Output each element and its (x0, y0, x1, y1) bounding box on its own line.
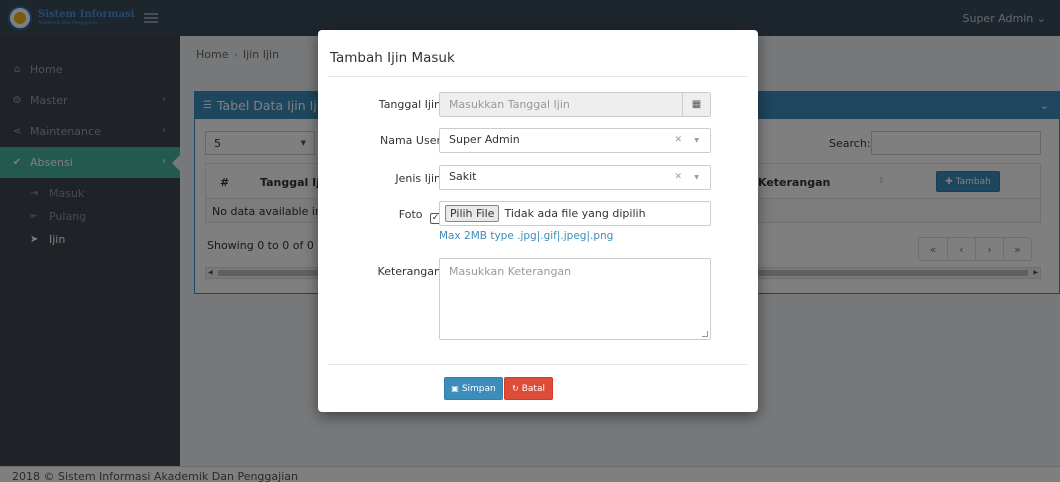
foto-file-input[interactable]: Pilih File Tidak ada file yang dipilih (439, 201, 711, 226)
jenis-ijin-label: Jenis Ijin (395, 172, 441, 185)
nama-user-label: Nama User (380, 134, 441, 147)
modal-title: Tambah Ijin Masuk (330, 50, 455, 66)
floppy-icon: ▣ (451, 384, 459, 393)
add-permission-modal: Tambah Ijin Masuk Tanggal Ijin Masukkan … (318, 30, 758, 412)
calendar-icon[interactable]: ▦ (682, 92, 711, 117)
keterangan-label: Keterangan (377, 265, 441, 278)
file-hint: Max 2MB type .jpg|.gif|.jpeg|.png (439, 230, 614, 242)
file-status: Tidak ada file yang dipilih (504, 207, 646, 220)
clear-selection-icon[interactable]: ✕ (674, 172, 682, 182)
caret-down-icon: ▼ (694, 174, 699, 181)
caret-down-icon: ▼ (694, 137, 699, 144)
refresh-icon: ↻ (512, 384, 519, 393)
keterangan-textarea[interactable]: Masukkan Keterangan (439, 258, 711, 340)
cancel-button-label: Batal (521, 383, 545, 394)
modal-footer-divider (328, 364, 748, 365)
cancel-button[interactable]: ↻ Batal (504, 377, 553, 400)
choose-file-button[interactable]: Pilih File (445, 205, 500, 222)
clear-selection-icon[interactable]: ✕ (674, 135, 682, 145)
save-button-label: Simpan (461, 383, 496, 394)
tanggal-label: Tanggal Ijin (378, 98, 441, 111)
modal-header-divider (328, 76, 748, 77)
jenis-ijin-value: Sakit (449, 170, 477, 183)
save-button[interactable]: ▣ Simpan (444, 377, 503, 400)
tanggal-input[interactable]: Masukkan Tanggal Ijin (439, 92, 683, 117)
nama-user-select[interactable]: Super Admin ✕ ▼ (439, 128, 711, 153)
resize-handle-icon[interactable] (702, 331, 708, 337)
nama-user-value: Super Admin (449, 133, 520, 146)
foto-label: Foto ✓ (398, 208, 441, 224)
keterangan-placeholder: Masukkan Keterangan (449, 265, 572, 278)
jenis-ijin-select[interactable]: Sakit ✕ ▼ (439, 165, 711, 190)
